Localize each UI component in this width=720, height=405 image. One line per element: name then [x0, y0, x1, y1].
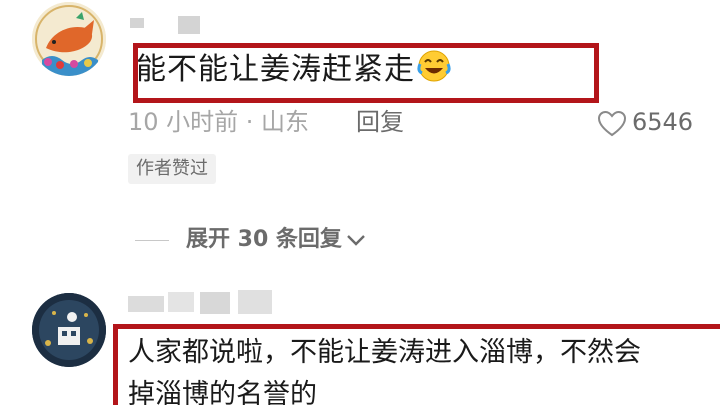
username-redacted — [238, 290, 272, 314]
reply-button[interactable]: 回复 — [356, 106, 404, 138]
username-redacted — [128, 296, 164, 312]
heart-icon[interactable] — [598, 111, 626, 137]
night-scene-avatar-icon — [32, 293, 106, 367]
highlight-box — [133, 43, 599, 103]
avatar[interactable] — [32, 293, 106, 367]
expand-replies-label: 展开 30 条回复 — [186, 227, 342, 252]
avatar[interactable] — [32, 2, 106, 76]
comment-meta: 10 小时前 · 山东 — [128, 108, 310, 136]
chevron-down-icon — [347, 235, 365, 246]
expand-replies-button[interactable]: 展开 30 条回复 — [186, 224, 366, 256]
like-count: 6546 — [632, 108, 694, 136]
username-redacted — [200, 292, 230, 314]
username-redacted — [130, 18, 144, 28]
comment-section: 能不能让姜涛赶紧走 10 小时前 · 山东 回复 6546 作者赞过 展开 30… — [0, 0, 720, 405]
username-redacted — [168, 292, 194, 312]
username-redacted — [178, 16, 200, 34]
author-liked-badge: 作者赞过 — [128, 154, 216, 184]
highlight-box — [113, 324, 720, 405]
koi-fish-avatar-icon — [32, 2, 106, 76]
divider — [135, 240, 169, 241]
